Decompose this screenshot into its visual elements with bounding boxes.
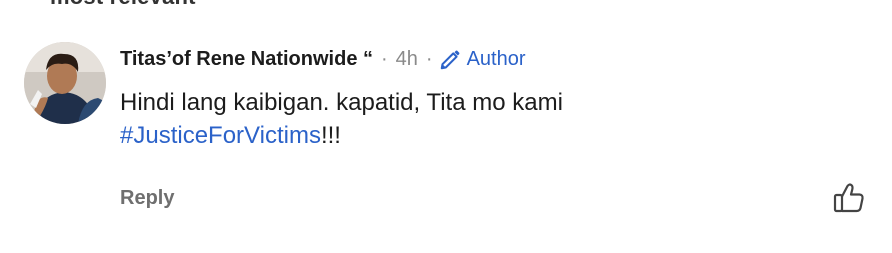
comment-header: Titas’of Rene Nationwide “ · 4h · Author (120, 48, 526, 71)
comment-body: Hindi lang kaibigan. kapatid, Tita mo ka… (120, 86, 860, 152)
hashtag-suffix: !!! (320, 122, 341, 149)
thumbs-up-icon (833, 183, 864, 213)
separator: · (425, 48, 433, 70)
section-heading-partial: most relevant (50, 0, 196, 10)
timestamp[interactable]: 4h (396, 48, 418, 71)
avatar-photo (24, 42, 106, 124)
like-button[interactable] (832, 181, 866, 215)
author-badge: Author (439, 48, 526, 71)
comment-text-line2: #JusticeForVictims!!! (120, 119, 860, 152)
author-badge-label: Author (466, 48, 526, 70)
author-name[interactable]: Titas’of Rene Nationwide “ (120, 48, 373, 71)
pencil-icon (440, 50, 460, 69)
hashtag-link[interactable]: #JusticeForVictims (120, 122, 321, 149)
avatar[interactable] (24, 42, 106, 124)
separator: · (381, 48, 388, 70)
comment-text: Hindi lang kaibigan. kapatid, Tita mo ka… (120, 89, 563, 116)
reply-button[interactable]: Reply (120, 187, 174, 210)
